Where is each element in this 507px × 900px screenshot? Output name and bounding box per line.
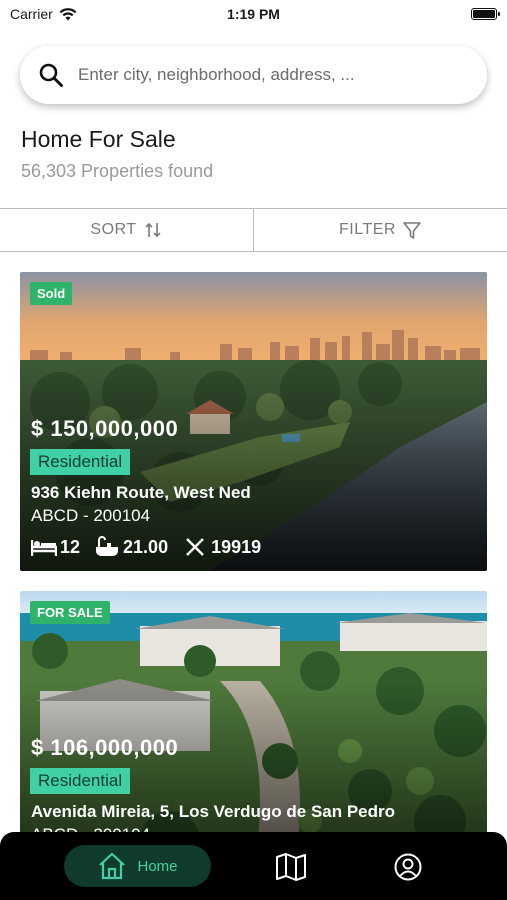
nav-home-button[interactable]: Home xyxy=(64,845,211,887)
filter-label: FILTER xyxy=(339,221,396,238)
sort-arrows-icon xyxy=(145,222,161,238)
sort-label: SORT xyxy=(90,221,137,238)
search-icon xyxy=(39,63,63,87)
beds-feature: 12 xyxy=(31,536,80,558)
area-cross-icon xyxy=(186,538,204,556)
bed-icon xyxy=(31,540,57,556)
map-icon[interactable] xyxy=(275,852,307,882)
status-badge: Sold xyxy=(30,282,73,305)
status-time: 1:19 PM xyxy=(227,6,280,22)
address: 936 Kiehn Route, West Ned xyxy=(31,483,251,502)
wifi-icon xyxy=(59,7,77,20)
filter-button[interactable]: FILTER xyxy=(253,209,507,251)
page-title: Home For Sale xyxy=(21,126,176,152)
property-type-chip: Residential xyxy=(30,449,131,475)
area-feature: 19919 xyxy=(182,536,261,558)
bottom-nav: Home xyxy=(0,832,507,900)
address: Avenida Mireia, 5, Los Verdugo de San Pe… xyxy=(31,802,396,821)
bathtub-icon xyxy=(96,536,119,556)
sort-filter-bar: SORT FILTER xyxy=(0,208,507,252)
status-badge: FOR SALE xyxy=(30,601,110,624)
search-bar[interactable] xyxy=(20,46,487,104)
beds-count: 12 xyxy=(60,536,81,557)
sort-button[interactable]: SORT xyxy=(0,209,253,251)
result-count: 56,303 Properties found xyxy=(21,161,214,181)
status-bar: Carrier 1:19 PM xyxy=(0,0,507,28)
area-value: 19919 xyxy=(211,536,262,557)
battery-icon xyxy=(471,8,500,20)
property-type-chip: Residential xyxy=(30,768,131,794)
baths-count: 21.00 xyxy=(123,536,169,557)
status-left: Carrier xyxy=(10,6,170,22)
profile-icon[interactable] xyxy=(393,852,423,882)
listing-code: ABCD - 200104 xyxy=(31,506,151,525)
price: $ 106,000,000 xyxy=(31,735,179,760)
home-icon xyxy=(99,852,126,880)
search-input[interactable] xyxy=(78,65,469,85)
status-right xyxy=(337,8,500,20)
price: $ 150,000,000 xyxy=(31,416,179,441)
features-row: 12 21.00 19919 xyxy=(31,536,271,558)
baths-feature: 21.00 xyxy=(94,536,168,558)
filter-funnel-icon xyxy=(403,222,421,239)
carrier-label: Carrier xyxy=(10,6,53,22)
listing-card[interactable]: Sold $ 150,000,000 Residential 936 Kiehn… xyxy=(20,272,487,571)
nav-home-label: Home xyxy=(137,857,178,875)
